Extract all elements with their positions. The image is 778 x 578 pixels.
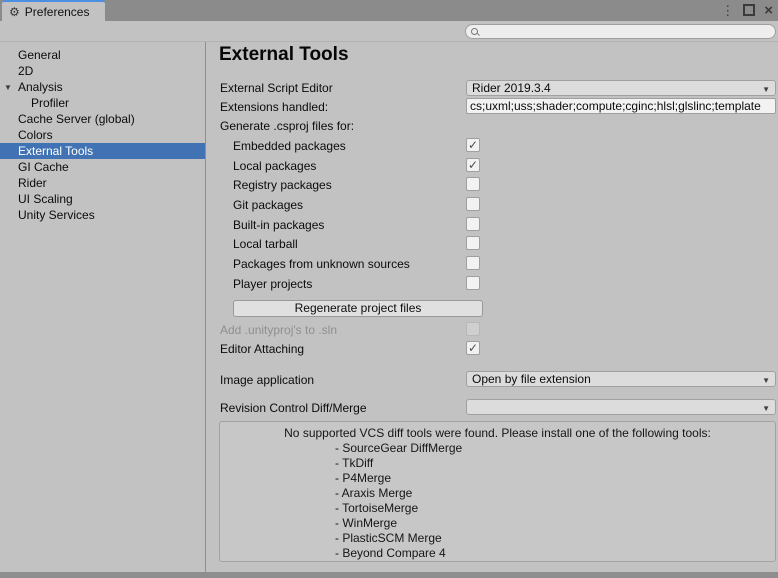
git-packages-checkbox[interactable]: [466, 197, 480, 211]
add-unityproj-label: Add .unityproj's to .sln: [220, 323, 337, 338]
sidebar-item-rider[interactable]: Rider: [0, 175, 205, 191]
sidebar-item-label: Analysis: [18, 80, 63, 94]
script-editor-dropdown[interactable]: Rider 2019.3.4 ▼: [466, 80, 776, 96]
sidebar-item-external-tools[interactable]: External Tools: [0, 143, 205, 159]
sidebar-item-2d[interactable]: 2D: [0, 63, 205, 79]
regenerate-project-files-button[interactable]: Regenerate project files: [233, 300, 483, 317]
search-input[interactable]: [482, 25, 774, 40]
vcs-tool-item: - SourceGear DiffMerge: [220, 441, 775, 456]
search-box[interactable]: [465, 24, 776, 39]
editor-attaching-label: Editor Attaching: [220, 342, 304, 357]
tab-title: Preferences: [25, 5, 90, 19]
page-title: External Tools: [219, 44, 349, 66]
tab-preferences[interactable]: ⚙ Preferences: [2, 0, 105, 21]
script-editor-value: Rider 2019.3.4: [472, 81, 551, 95]
vcs-tool-item: - WinMerge: [220, 516, 775, 531]
embedded-packages-label: Embedded packages: [233, 139, 346, 154]
vcs-tool-item: - Beyond Compare 4: [220, 546, 775, 561]
sidebar: General 2D ▼ Analysis Profiler Cache Ser…: [0, 42, 205, 572]
vcs-tool-item: - PlasticSCM Merge: [220, 531, 775, 546]
vcs-tool-item: - Araxis Merge: [220, 486, 775, 501]
player-projects-label: Player projects: [233, 277, 312, 292]
chevron-down-icon: ▼: [762, 402, 770, 415]
gear-icon: ⚙: [9, 6, 20, 18]
extensions-input[interactable]: cs;uxml;uss;shader;compute;cginc;hlsl;gl…: [466, 98, 776, 114]
chevron-down-icon: ▼: [762, 374, 770, 387]
builtin-packages-checkbox[interactable]: [466, 217, 480, 231]
registry-packages-label: Registry packages: [233, 178, 332, 193]
extensions-label: Extensions handled:: [220, 100, 328, 115]
sidebar-item-colors[interactable]: Colors: [0, 127, 205, 143]
external-tools-panel: External Tools External Script Editor Ri…: [207, 42, 778, 572]
vcs-tool-item: - P4Merge: [220, 471, 775, 486]
sidebar-item-ui-scaling[interactable]: UI Scaling: [0, 191, 205, 207]
vcs-helpbox: No supported VCS diff tools were found. …: [219, 421, 776, 562]
script-editor-label: External Script Editor: [220, 81, 333, 96]
window-menu-icon[interactable]: ⋮: [721, 4, 734, 17]
local-tarball-label: Local tarball: [233, 237, 298, 252]
maximize-icon[interactable]: [743, 4, 755, 16]
foldout-open-icon[interactable]: ▼: [4, 80, 12, 96]
window-tab-bar: ⚙ Preferences ⋮ ×: [0, 0, 778, 21]
sidebar-item-gi-cache[interactable]: GI Cache: [0, 159, 205, 175]
registry-packages-checkbox[interactable]: [466, 177, 480, 191]
chevron-down-icon: ▼: [762, 83, 770, 96]
sidebar-item-unity-services[interactable]: Unity Services: [0, 207, 205, 223]
builtin-packages-label: Built-in packages: [233, 218, 324, 233]
vcs-tools-list: - SourceGear DiffMerge - TkDiff - P4Merg…: [220, 441, 775, 561]
unknown-sources-checkbox[interactable]: [466, 256, 480, 270]
player-projects-checkbox[interactable]: [466, 276, 480, 290]
sidebar-divider: [205, 42, 206, 572]
vcs-helpbox-intro: No supported VCS diff tools were found. …: [220, 426, 775, 441]
image-application-label: Image application: [220, 373, 314, 388]
vcs-tool-item: - TortoiseMerge: [220, 501, 775, 516]
local-packages-checkbox[interactable]: ✓: [466, 158, 480, 172]
image-application-dropdown[interactable]: Open by file extension ▼: [466, 371, 776, 387]
revision-control-dropdown[interactable]: ▼: [466, 399, 776, 415]
embedded-packages-checkbox[interactable]: ✓: [466, 138, 480, 152]
toolbar: [0, 21, 778, 42]
sidebar-item-general[interactable]: General: [0, 47, 205, 63]
unknown-sources-label: Packages from unknown sources: [233, 257, 410, 272]
sidebar-item-analysis[interactable]: ▼ Analysis: [0, 79, 205, 95]
git-packages-label: Git packages: [233, 198, 303, 213]
preferences-body: General 2D ▼ Analysis Profiler Cache Ser…: [0, 42, 778, 572]
add-unityproj-checkbox: [466, 322, 480, 336]
search-icon: [471, 28, 479, 36]
local-packages-label: Local packages: [233, 159, 316, 174]
window-controls: ⋮ ×: [721, 0, 773, 20]
revision-control-label: Revision Control Diff/Merge: [220, 401, 367, 416]
sidebar-item-cache-server[interactable]: Cache Server (global): [0, 111, 205, 127]
editor-attaching-checkbox[interactable]: ✓: [466, 341, 480, 355]
window-resize-strip: [0, 572, 778, 578]
sidebar-item-profiler[interactable]: Profiler: [0, 95, 205, 111]
generate-csproj-label: Generate .csproj files for:: [220, 119, 354, 134]
close-icon[interactable]: ×: [764, 3, 773, 18]
local-tarball-checkbox[interactable]: [466, 236, 480, 250]
vcs-tool-item: - TkDiff: [220, 456, 775, 471]
image-application-value: Open by file extension: [472, 372, 591, 386]
